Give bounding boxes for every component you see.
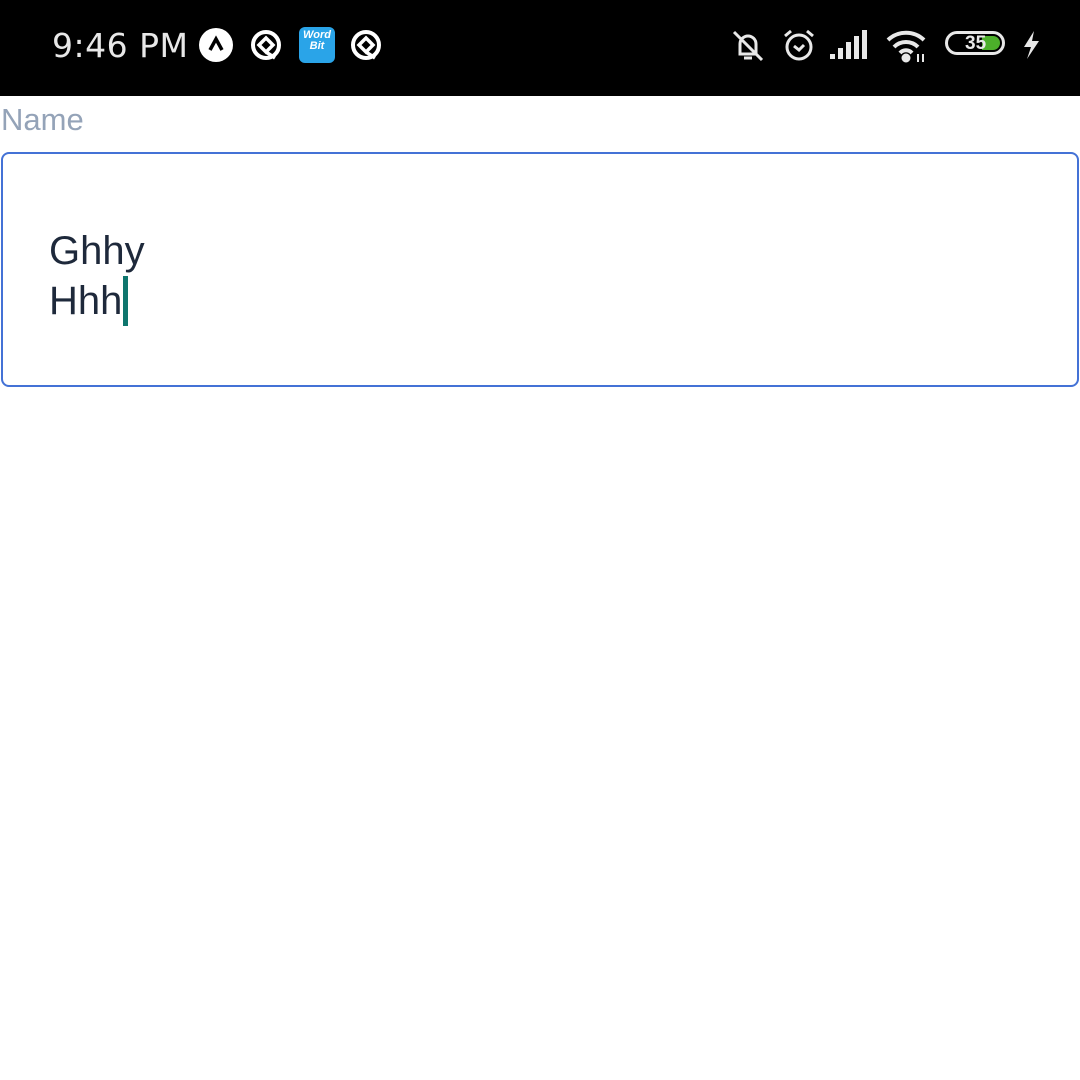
text-caret — [123, 276, 129, 326]
wordbit-app-icon: Word Bit — [299, 27, 335, 63]
status-bar: 9:46 PM Word Bit 35 — [0, 0, 1080, 96]
text-line: Ghhy — [49, 229, 145, 273]
bell-muted-icon — [730, 28, 766, 69]
q-app-icon — [249, 28, 283, 67]
name-textarea[interactable]: Ghhy Hhh — [1, 152, 1079, 387]
name-textarea-value: Ghhy Hhh — [49, 226, 145, 326]
name-label: Name — [1, 102, 84, 137]
text-line: Hhh — [49, 279, 123, 323]
signal-icon — [830, 30, 870, 65]
status-time: 9:46 PM — [52, 26, 189, 65]
wifi-icon — [885, 28, 931, 69]
wordbit-bit: Bit — [309, 40, 325, 52]
text-line-with-caret: Hhh — [49, 276, 145, 326]
charging-icon — [1020, 30, 1042, 65]
up-arrow-app-icon — [199, 28, 233, 62]
alarm-icon — [781, 28, 817, 69]
q-app-icon — [349, 28, 383, 67]
battery-level-text: 35 — [965, 33, 987, 54]
battery-icon: 35 — [945, 31, 1005, 55]
